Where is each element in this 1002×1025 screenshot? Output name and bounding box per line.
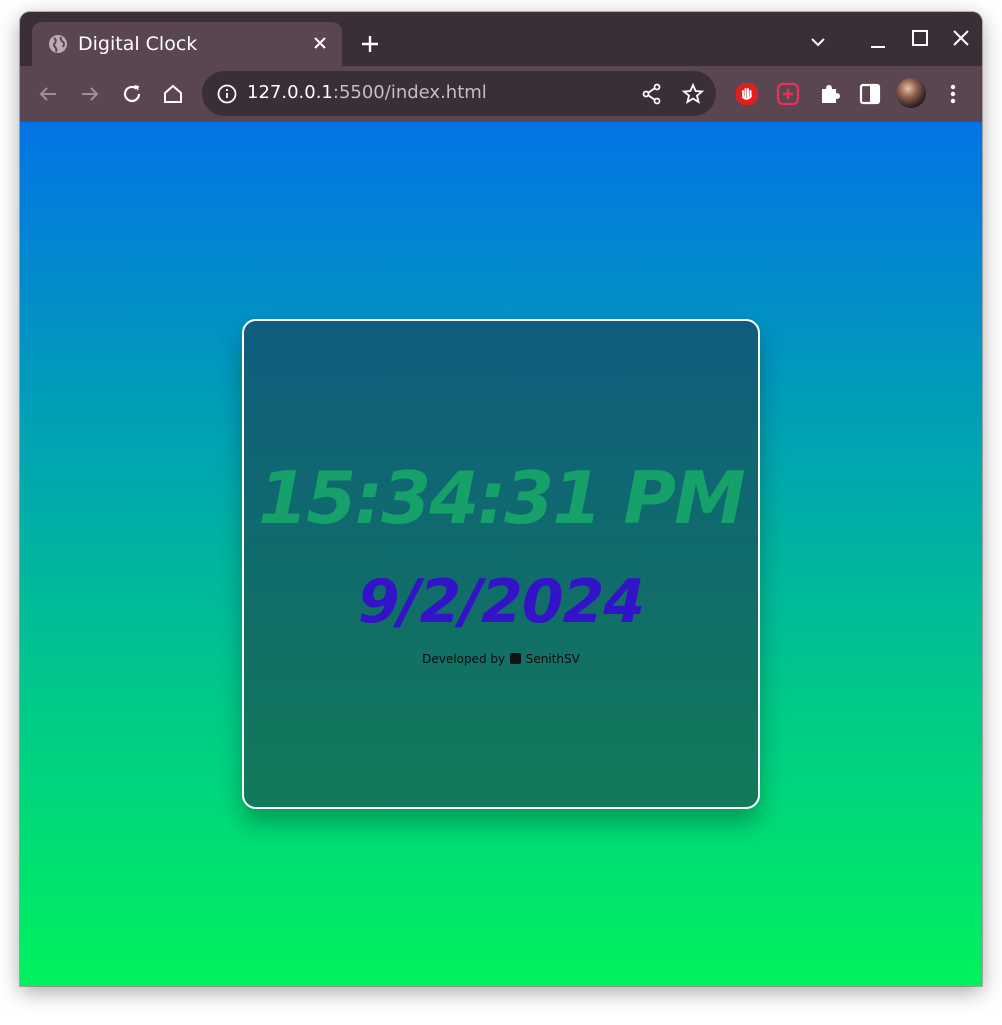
close-tab-icon[interactable] <box>310 33 330 53</box>
adblock-extension-icon[interactable] <box>734 81 760 107</box>
new-tab-icon[interactable] <box>358 32 382 56</box>
page-viewport: 15:34:31 PM 9/2/2024 Developed by Senith… <box>20 122 982 986</box>
kebab-menu-icon[interactable] <box>940 81 966 107</box>
puzzle-extensions-icon[interactable] <box>816 81 842 107</box>
github-icon <box>509 653 521 664</box>
clock-time: 15:34:31 PM <box>258 456 746 540</box>
tab-title: Digital Clock <box>78 33 198 55</box>
info-icon[interactable] <box>216 83 238 105</box>
bookmark-star-icon[interactable] <box>681 82 705 106</box>
home-icon[interactable] <box>161 82 185 106</box>
developer-credit: Developed by SenithSV <box>244 652 758 666</box>
url-host: 127.0.0.1 <box>247 82 333 103</box>
side-panel-icon[interactable] <box>857 81 883 107</box>
maximize-icon[interactable] <box>908 26 932 50</box>
chevron-down-icon[interactable] <box>806 30 830 54</box>
forward-icon[interactable] <box>78 82 102 106</box>
clock-date: 9/2/2024 <box>357 567 645 637</box>
share-icon[interactable] <box>640 82 664 106</box>
tab-digital-clock[interactable]: Digital Clock <box>32 22 342 66</box>
browser-toolbar: 127.0.0.1:5500/index.html <box>20 66 982 122</box>
url-text: 127.0.0.1:5500/index.html <box>247 82 487 103</box>
credit-prefix: Developed by <box>422 652 506 666</box>
url-path: :5500/index.html <box>332 82 487 103</box>
tab-strip: Digital Clock <box>20 12 982 66</box>
globe-icon <box>49 35 67 53</box>
credit-author-link[interactable]: SenithSV <box>526 652 580 666</box>
avatar[interactable] <box>896 78 926 108</box>
close-window-icon[interactable] <box>949 26 973 50</box>
clock-card: 15:34:31 PM 9/2/2024 Developed by Senith… <box>242 319 760 809</box>
address-bar[interactable]: 127.0.0.1:5500/index.html <box>202 71 716 116</box>
reload-icon[interactable] <box>120 82 144 106</box>
medical-extension-icon[interactable] <box>775 81 801 107</box>
browser-window: Digital Clock 127.0.0.1:5500/index.html … <box>20 12 982 986</box>
minimize-icon[interactable] <box>866 30 890 54</box>
back-icon[interactable] <box>36 82 60 106</box>
